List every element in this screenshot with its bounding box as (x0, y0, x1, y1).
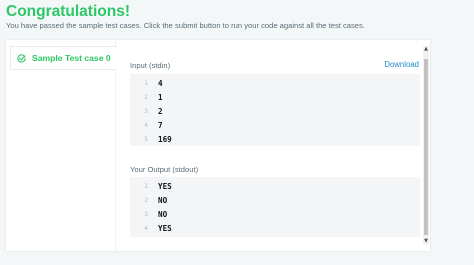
vertical-scrollbar[interactable]: ▲ ▼ (423, 46, 429, 244)
line-value: 169 (158, 134, 172, 144)
output-code-box: 1 YES 2 NO 3 NO 4 YES (130, 177, 420, 237)
test-case-content: Input (stdin) Download 1 4 2 1 3 2 4 7 5… (128, 40, 420, 251)
code-line: 3 2 (130, 105, 163, 117)
line-number: 4 (144, 121, 148, 129)
scroll-up-arrow-icon[interactable]: ▲ (423, 46, 429, 52)
input-code-box: 1 4 2 1 3 2 4 7 5 169 (130, 74, 420, 146)
line-number: 1 (144, 79, 148, 87)
input-label: Input (stdin) (130, 61, 171, 70)
line-value: YES (158, 181, 172, 191)
line-number: 1 (144, 182, 148, 190)
line-number: 2 (144, 196, 148, 204)
test-case-label: Sample Test case 0 (32, 53, 111, 63)
output-label: Your Output (stdout) (130, 165, 199, 174)
line-value: 1 (158, 92, 163, 102)
line-number: 4 (144, 224, 148, 232)
check-circle-icon (17, 53, 26, 63)
code-line: 5 169 (130, 133, 172, 145)
line-value: YES (158, 223, 172, 233)
code-line: 3 NO (130, 208, 167, 220)
line-value: 7 (158, 120, 163, 130)
page-subtitle: You have passed the sample test cases. C… (6, 21, 365, 30)
line-value: NO (158, 195, 168, 205)
line-number: 3 (144, 107, 148, 115)
tab-sample-test-case-0[interactable]: Sample Test case 0 (10, 46, 116, 70)
line-number: 3 (144, 210, 148, 218)
code-line: 1 YES (130, 180, 172, 192)
line-number: 2 (144, 93, 148, 101)
scroll-down-arrow-icon[interactable]: ▼ (423, 238, 429, 244)
line-value: 2 (158, 106, 163, 116)
test-results-panel: Sample Test case 0 Input (stdin) Downloa… (6, 40, 430, 251)
line-value: NO (158, 209, 168, 219)
page: Congratulations! You have passed the sam… (0, 0, 474, 265)
code-line: 4 YES (130, 222, 172, 234)
page-title: Congratulations! (6, 3, 130, 20)
line-number: 5 (144, 135, 148, 143)
line-value: 4 (158, 78, 163, 88)
code-line: 2 NO (130, 194, 167, 206)
scroll-thumb[interactable] (424, 59, 428, 235)
code-line: 4 7 (130, 119, 163, 131)
download-link[interactable]: Download (384, 60, 419, 69)
test-case-sidebar: Sample Test case 0 (6, 40, 116, 251)
code-line: 2 1 (130, 91, 163, 103)
code-line: 1 4 (130, 77, 163, 89)
